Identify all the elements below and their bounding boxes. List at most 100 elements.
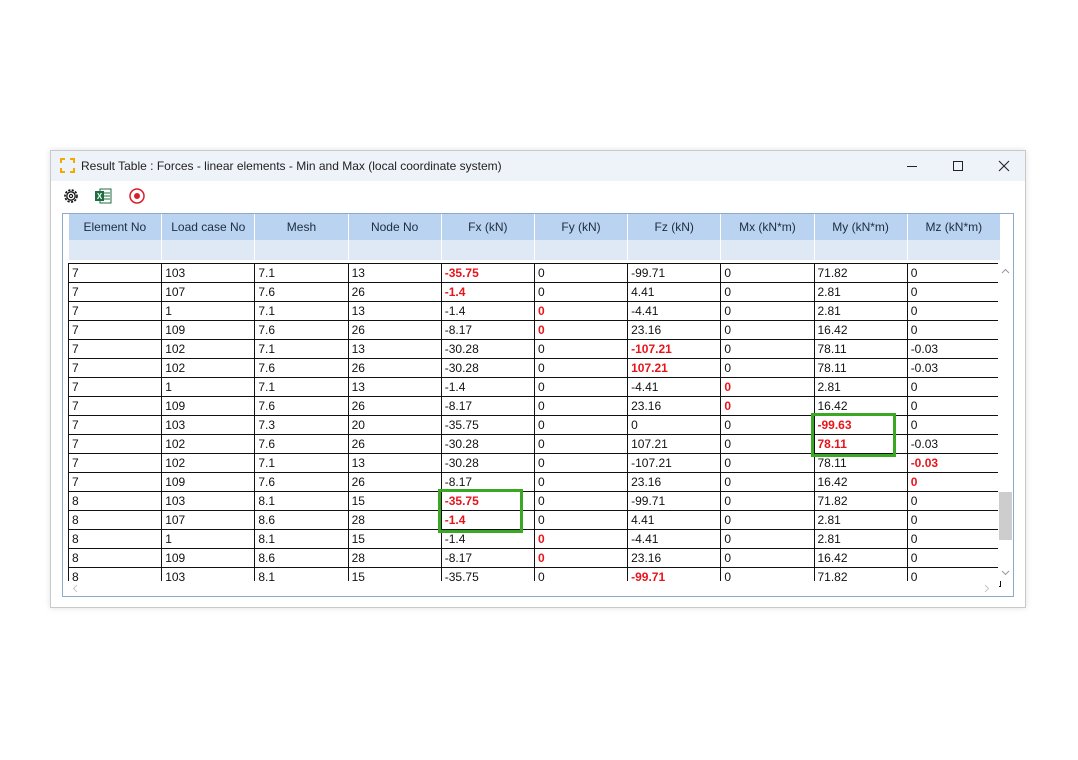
table-cell[interactable]: 7 <box>67 320 163 340</box>
table-cell[interactable]: 0 <box>533 453 629 473</box>
table-cell[interactable]: 78.11 <box>813 358 908 378</box>
scroll-left-icon[interactable] <box>71 584 80 593</box>
table-cell[interactable]: 102 <box>161 434 256 454</box>
table-row[interactable]: 7 1 7.1 13 -1.4 0 -4.41 0 2.81 0 <box>67 377 1001 397</box>
column-header[interactable]: Mesh <box>254 214 349 240</box>
table-cell[interactable]: -4.41 <box>627 377 722 397</box>
filter-cell[interactable] <box>534 240 629 261</box>
table-cell[interactable]: -0.03 <box>906 358 1001 378</box>
table-cell[interactable]: 28 <box>347 548 442 568</box>
table-cell[interactable]: 2.81 <box>813 529 908 549</box>
table-cell[interactable]: 0 <box>720 377 815 397</box>
table-cell[interactable]: 26 <box>347 282 442 302</box>
table-cell[interactable]: 0 <box>906 263 1001 283</box>
filter-cell[interactable] <box>348 240 442 261</box>
table-cell[interactable]: 0 <box>906 529 1001 549</box>
table-row[interactable]: 7 102 7.6 26 -30.28 0 107.21 0 78.11 -0.03 <box>67 358 1001 378</box>
table-cell[interactable]: 107.21 <box>627 434 722 454</box>
table-cell[interactable]: 16.42 <box>813 396 908 416</box>
table-row[interactable]: 7 109 7.6 26 -8.17 0 23.16 0 16.42 0 <box>67 396 1001 416</box>
table-cell[interactable]: 13 <box>347 301 442 321</box>
table-cell[interactable]: 1 <box>161 529 256 549</box>
table-cell[interactable]: -4.41 <box>627 529 722 549</box>
table-cell[interactable]: 0 <box>906 548 1001 568</box>
table-cell[interactable]: 0 <box>627 415 722 435</box>
table-cell[interactable]: 71.82 <box>813 491 908 511</box>
table-cell[interactable]: 13 <box>347 453 442 473</box>
table-cell[interactable]: 4.41 <box>627 510 722 530</box>
filter-cell[interactable] <box>814 240 908 261</box>
table-cell[interactable]: 0 <box>720 453 815 473</box>
table-cell[interactable]: 0 <box>533 263 629 283</box>
column-header[interactable]: My (kN*m) <box>814 214 908 240</box>
table-cell[interactable]: 15 <box>347 529 442 549</box>
horizontal-scrollbar[interactable] <box>63 581 999 596</box>
column-header[interactable]: Mx (kN*m) <box>720 214 815 240</box>
table-cell[interactable]: 1 <box>161 301 256 321</box>
table-cell[interactable]: 7.6 <box>254 282 349 302</box>
table-cell[interactable]: 0 <box>533 491 629 511</box>
table-cell[interactable]: 8.1 <box>254 491 349 511</box>
excel-export-button[interactable]: X <box>93 186 113 206</box>
table-cell[interactable]: 0 <box>906 415 1001 435</box>
table-cell[interactable]: 0 <box>906 396 1001 416</box>
table-row[interactable]: 7 103 7.1 13 -35.75 0 -99.71 0 71.82 0 <box>67 263 1001 283</box>
table-cell[interactable]: -35.75 <box>440 263 535 283</box>
table-row[interactable]: 7 102 7.6 26 -30.28 0 107.21 0 78.11 -0.03 <box>67 434 1001 454</box>
table-cell[interactable]: 26 <box>347 434 442 454</box>
table-cell[interactable]: -35.75 <box>440 491 535 511</box>
table-cell[interactable]: 23.16 <box>627 396 722 416</box>
table-row[interactable]: 7 1 7.1 13 -1.4 0 -4.41 0 2.81 0 <box>67 301 1001 321</box>
vertical-scrollbar[interactable] <box>998 263 1013 581</box>
table-cell[interactable]: 23.16 <box>627 548 722 568</box>
table-cell[interactable]: 0 <box>906 510 1001 530</box>
table-cell[interactable]: 102 <box>161 358 256 378</box>
table-cell[interactable]: 1 <box>161 377 256 397</box>
table-row[interactable]: 7 103 7.3 20 -35.75 0 0 0 -99.63 0 <box>67 415 1001 435</box>
table-cell[interactable]: 0 <box>533 434 629 454</box>
table-cell[interactable]: 13 <box>347 263 442 283</box>
table-cell[interactable]: 7.6 <box>254 358 349 378</box>
table-cell[interactable]: 7 <box>67 263 163 283</box>
scroll-up-icon[interactable] <box>1001 267 1010 276</box>
table-cell[interactable]: 8 <box>67 548 163 568</box>
filter-cell[interactable] <box>720 240 815 261</box>
table-cell[interactable]: 0 <box>720 282 815 302</box>
table-cell[interactable]: 109 <box>161 320 256 340</box>
title-bar[interactable]: Result Table : Forces - linear elements … <box>51 151 1025 181</box>
table-cell[interactable]: 7.6 <box>254 472 349 492</box>
table-cell[interactable]: 13 <box>347 339 442 359</box>
table-cell[interactable]: 7.6 <box>254 396 349 416</box>
table-cell[interactable]: 0 <box>906 491 1001 511</box>
filter-cell[interactable] <box>161 240 256 261</box>
table-cell[interactable]: 0 <box>720 510 815 530</box>
table-cell[interactable]: 0 <box>720 358 815 378</box>
table-cell[interactable]: 23.16 <box>627 320 722 340</box>
table-cell[interactable]: 7 <box>67 396 163 416</box>
table-cell[interactable]: 8 <box>67 491 163 511</box>
table-cell[interactable]: 109 <box>161 548 256 568</box>
table-cell[interactable]: 8 <box>67 529 163 549</box>
table-row[interactable]: 8 107 8.6 28 -1.4 0 4.41 0 2.81 0 <box>67 510 1001 530</box>
table-cell[interactable]: -8.17 <box>440 396 535 416</box>
filter-cell[interactable] <box>68 240 163 261</box>
table-cell[interactable]: 2.81 <box>813 282 908 302</box>
table-cell[interactable]: -8.17 <box>440 320 535 340</box>
filter-cell[interactable] <box>254 240 349 261</box>
table-cell[interactable]: 0 <box>720 339 815 359</box>
column-header[interactable]: Element No <box>68 214 163 240</box>
table-cell[interactable]: 0 <box>533 377 629 397</box>
table-cell[interactable]: -107.21 <box>627 339 722 359</box>
table-cell[interactable]: 20 <box>347 415 442 435</box>
table-cell[interactable]: 0 <box>720 529 815 549</box>
table-cell[interactable]: -99.71 <box>627 491 722 511</box>
table-cell[interactable]: 103 <box>161 491 256 511</box>
table-cell[interactable]: 8 <box>67 510 163 530</box>
table-cell[interactable]: 26 <box>347 358 442 378</box>
column-header[interactable]: Fz (kN) <box>627 214 722 240</box>
table-cell[interactable]: -30.28 <box>440 339 535 359</box>
table-cell[interactable]: 78.11 <box>813 339 908 359</box>
table-cell[interactable]: -30.28 <box>440 358 535 378</box>
table-cell[interactable]: 7 <box>67 434 163 454</box>
table-cell[interactable]: 0 <box>533 301 629 321</box>
